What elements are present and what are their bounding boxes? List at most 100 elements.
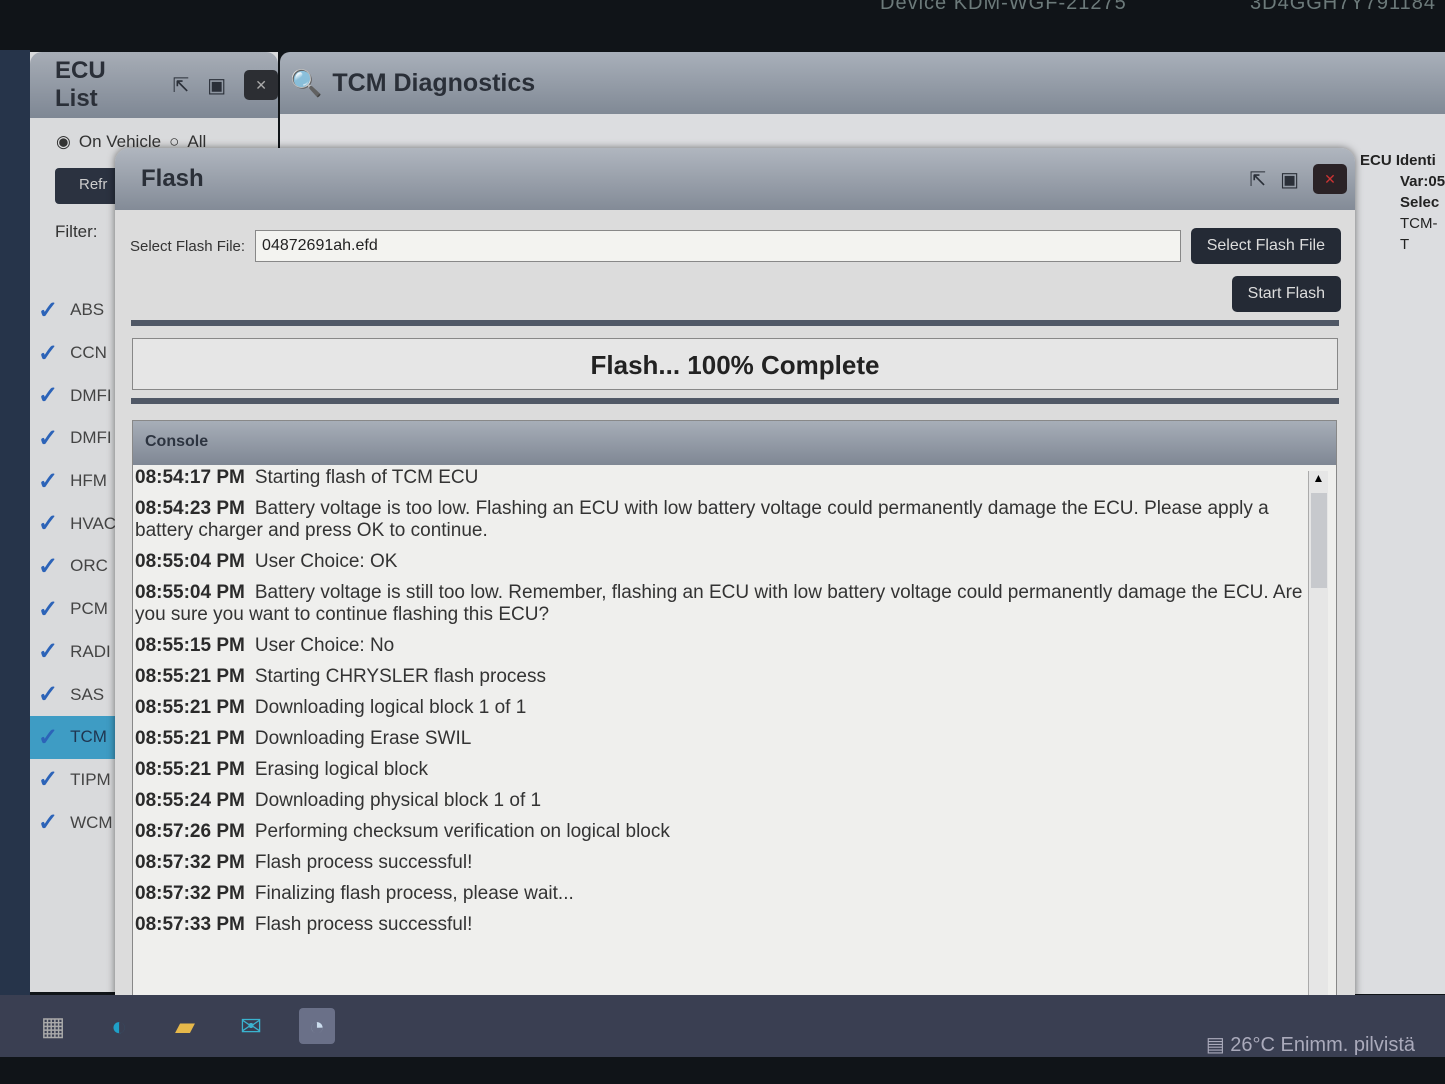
- file-explorer-icon[interactable]: ▰: [167, 1008, 203, 1044]
- log-time: 08:55:04 PM: [135, 551, 245, 572]
- maximize-icon[interactable]: ▣: [1280, 167, 1299, 192]
- ecu-item-label: TCM: [70, 727, 107, 747]
- log-time: 08:54:23 PM: [135, 498, 245, 519]
- flash-dialog-title: Flash: [141, 165, 204, 192]
- console-title: Console: [133, 421, 1336, 465]
- log-time: 08:55:24 PM: [135, 790, 245, 811]
- log-message: Flash process successful!: [254, 852, 473, 873]
- edge-icon[interactable]: ◐: [101, 1008, 137, 1044]
- ecu-item-label: SAS: [70, 684, 105, 704]
- log-time: 08:57:33 PM: [135, 914, 245, 935]
- start-flash-button[interactable]: Start Flash: [1231, 276, 1341, 312]
- log-time: 08:55:04 PM: [135, 582, 245, 603]
- check-icon: ✓: [38, 552, 59, 580]
- check-icon: ✓: [38, 809, 59, 837]
- weather-widget[interactable]: ▤ 26°C Enimm. pilvistä: [1206, 1032, 1415, 1057]
- log-entry: 08:55:21 PM Downloading logical block 1 o…: [135, 697, 1306, 719]
- check-icon: ✓: [38, 339, 59, 367]
- flash-file-label: Select Flash File:: [130, 237, 246, 255]
- log-message: Starting flash of TCM ECU: [254, 467, 479, 488]
- log-message: Downloading physical block 1 of 1: [254, 790, 542, 811]
- close-icon[interactable]: ✕: [244, 70, 278, 100]
- bezel-device-text: Device KDM-WGF-21275: [880, 0, 1127, 14]
- log-message: Performing checksum verification on logi…: [254, 821, 670, 842]
- ecu-item-label: HVAC: [70, 513, 117, 533]
- mail-icon[interactable]: ✉: [233, 1008, 269, 1044]
- log-time: 08:55:21 PM: [135, 728, 245, 749]
- undock-icon[interactable]: ⇱: [1249, 167, 1266, 192]
- radio-on-vehicle[interactable]: ◉: [56, 132, 71, 152]
- log-message: Erasing logical block: [254, 759, 429, 780]
- ecu-var: Var:05: [1400, 173, 1445, 190]
- flash-dialog: Flash ⇱ ▣ ✕ Select Flash File: 04872691a…: [115, 148, 1355, 1011]
- log-time: 08:55:15 PM: [135, 635, 245, 656]
- log-entry: 08:57:26 PM Performing checksum verificat…: [135, 821, 1306, 843]
- log-entry: 08:55:21 PM Erasing logical block: [135, 759, 1306, 781]
- log-entry: 08:57:32 PM Flash process successful!: [135, 852, 1306, 874]
- log-time: 08:57:32 PM: [135, 852, 245, 873]
- ecu-item-label: DMFI: [70, 428, 112, 448]
- log-time: 08:57:32 PM: [135, 883, 245, 904]
- progress-bar-lower: [131, 398, 1339, 404]
- scroll-thumb[interactable]: [1311, 493, 1327, 588]
- log-time: 08:55:21 PM: [135, 697, 245, 718]
- log-entry: 08:54:17 PM Starting flash of TCM ECU: [135, 467, 1306, 489]
- check-icon: ✓: [38, 681, 59, 709]
- log-time: 08:55:21 PM: [135, 759, 245, 780]
- log-message: Battery voltage is too low. Flashing an …: [135, 498, 1269, 541]
- select-flash-file-button[interactable]: Select Flash File: [1190, 228, 1341, 264]
- log-entry: 08:55:24 PM Downloading physical block 1 …: [135, 790, 1306, 812]
- ecu-item-label: TIPM: [70, 769, 111, 789]
- check-icon: ✓: [38, 296, 59, 324]
- log-entry: 08:55:04 PM Battery voltage is still too …: [135, 582, 1306, 626]
- task-view-icon[interactable]: ▦: [35, 1008, 71, 1044]
- console-log: 08:54:17 PM Starting flash of TCM ECU 08:5…: [133, 465, 1336, 936]
- left-sidebar-strip: [0, 50, 30, 995]
- ecu-tcm: TCM-T: [1400, 215, 1438, 253]
- log-entry: 08:55:21 PM Downloading Erase SWIL: [135, 728, 1306, 750]
- console-scrollbar[interactable]: ▲: [1308, 471, 1328, 1011]
- log-entry: 08:55:15 PM User Choice: No: [135, 635, 1306, 657]
- ecu-item-label: RADI: [70, 641, 111, 661]
- ecu-item-label: ORC: [70, 556, 108, 576]
- maximize-icon[interactable]: ▣: [207, 73, 226, 98]
- weather-icon: ▤: [1205, 1034, 1231, 1056]
- flash-file-input[interactable]: 04872691ah.efd: [255, 230, 1181, 262]
- log-entry: 08:57:33 PM Flash process successful!: [135, 914, 1306, 936]
- ecu-identification: ECU Identi Var:05 Selec TCM-T: [1360, 150, 1445, 255]
- ecu-item-label: WCM: [70, 812, 113, 832]
- scroll-up-icon[interactable]: ▲: [1309, 471, 1328, 485]
- ecu-item-label: HFM: [70, 471, 107, 491]
- diagnostic-app-icon[interactable]: ◔: [299, 1008, 335, 1044]
- check-icon: ✓: [38, 467, 59, 495]
- check-icon: ✓: [38, 510, 59, 538]
- log-time: 08:57:26 PM: [135, 821, 245, 842]
- ecu-ident-title: ECU Identi: [1360, 152, 1436, 169]
- log-time: 08:54:17 PM: [135, 467, 245, 488]
- check-icon: ✓: [38, 424, 59, 452]
- ecu-item-label: PCM: [70, 599, 108, 619]
- check-icon: ✓: [38, 638, 59, 666]
- log-message: Starting CHRYSLER flash process: [254, 666, 546, 687]
- close-dialog-button[interactable]: ✕: [1313, 164, 1347, 194]
- log-message: Downloading logical block 1 of 1: [254, 697, 527, 718]
- ecu-list-title: ECU List: [55, 57, 106, 112]
- ecu-select: Selec: [1400, 194, 1440, 211]
- undock-icon[interactable]: ⇱: [173, 73, 190, 98]
- log-entry: 08:55:21 PM Starting CHRYSLER flash proce…: [135, 666, 1306, 688]
- weather-text: 26°C Enimm. pilvistä: [1230, 1034, 1415, 1056]
- check-icon: ✓: [38, 595, 59, 623]
- log-entry: 08:57:32 PM Finalizing flash process, ple…: [135, 883, 1306, 905]
- log-message: User Choice: OK: [254, 551, 398, 572]
- log-message: Battery voltage is still too low. Rememb…: [135, 582, 1303, 625]
- ecu-item-label: CCN: [70, 343, 107, 363]
- ecu-item-label: ABS: [70, 300, 105, 320]
- log-message: Finalizing flash process, please wait...: [254, 883, 574, 904]
- flash-status: Flash... 100% Complete: [132, 338, 1338, 390]
- diag-title: TCM Diagnostics: [332, 68, 536, 97]
- check-icon: ✓: [38, 382, 59, 410]
- ecu-item-label: DMFI: [70, 385, 112, 405]
- tcm-diagnostics-header: 🔍 TCM Diagnostics: [280, 52, 1445, 114]
- log-message: Flash process successful!: [254, 914, 473, 935]
- log-message: Downloading Erase SWIL: [254, 728, 472, 749]
